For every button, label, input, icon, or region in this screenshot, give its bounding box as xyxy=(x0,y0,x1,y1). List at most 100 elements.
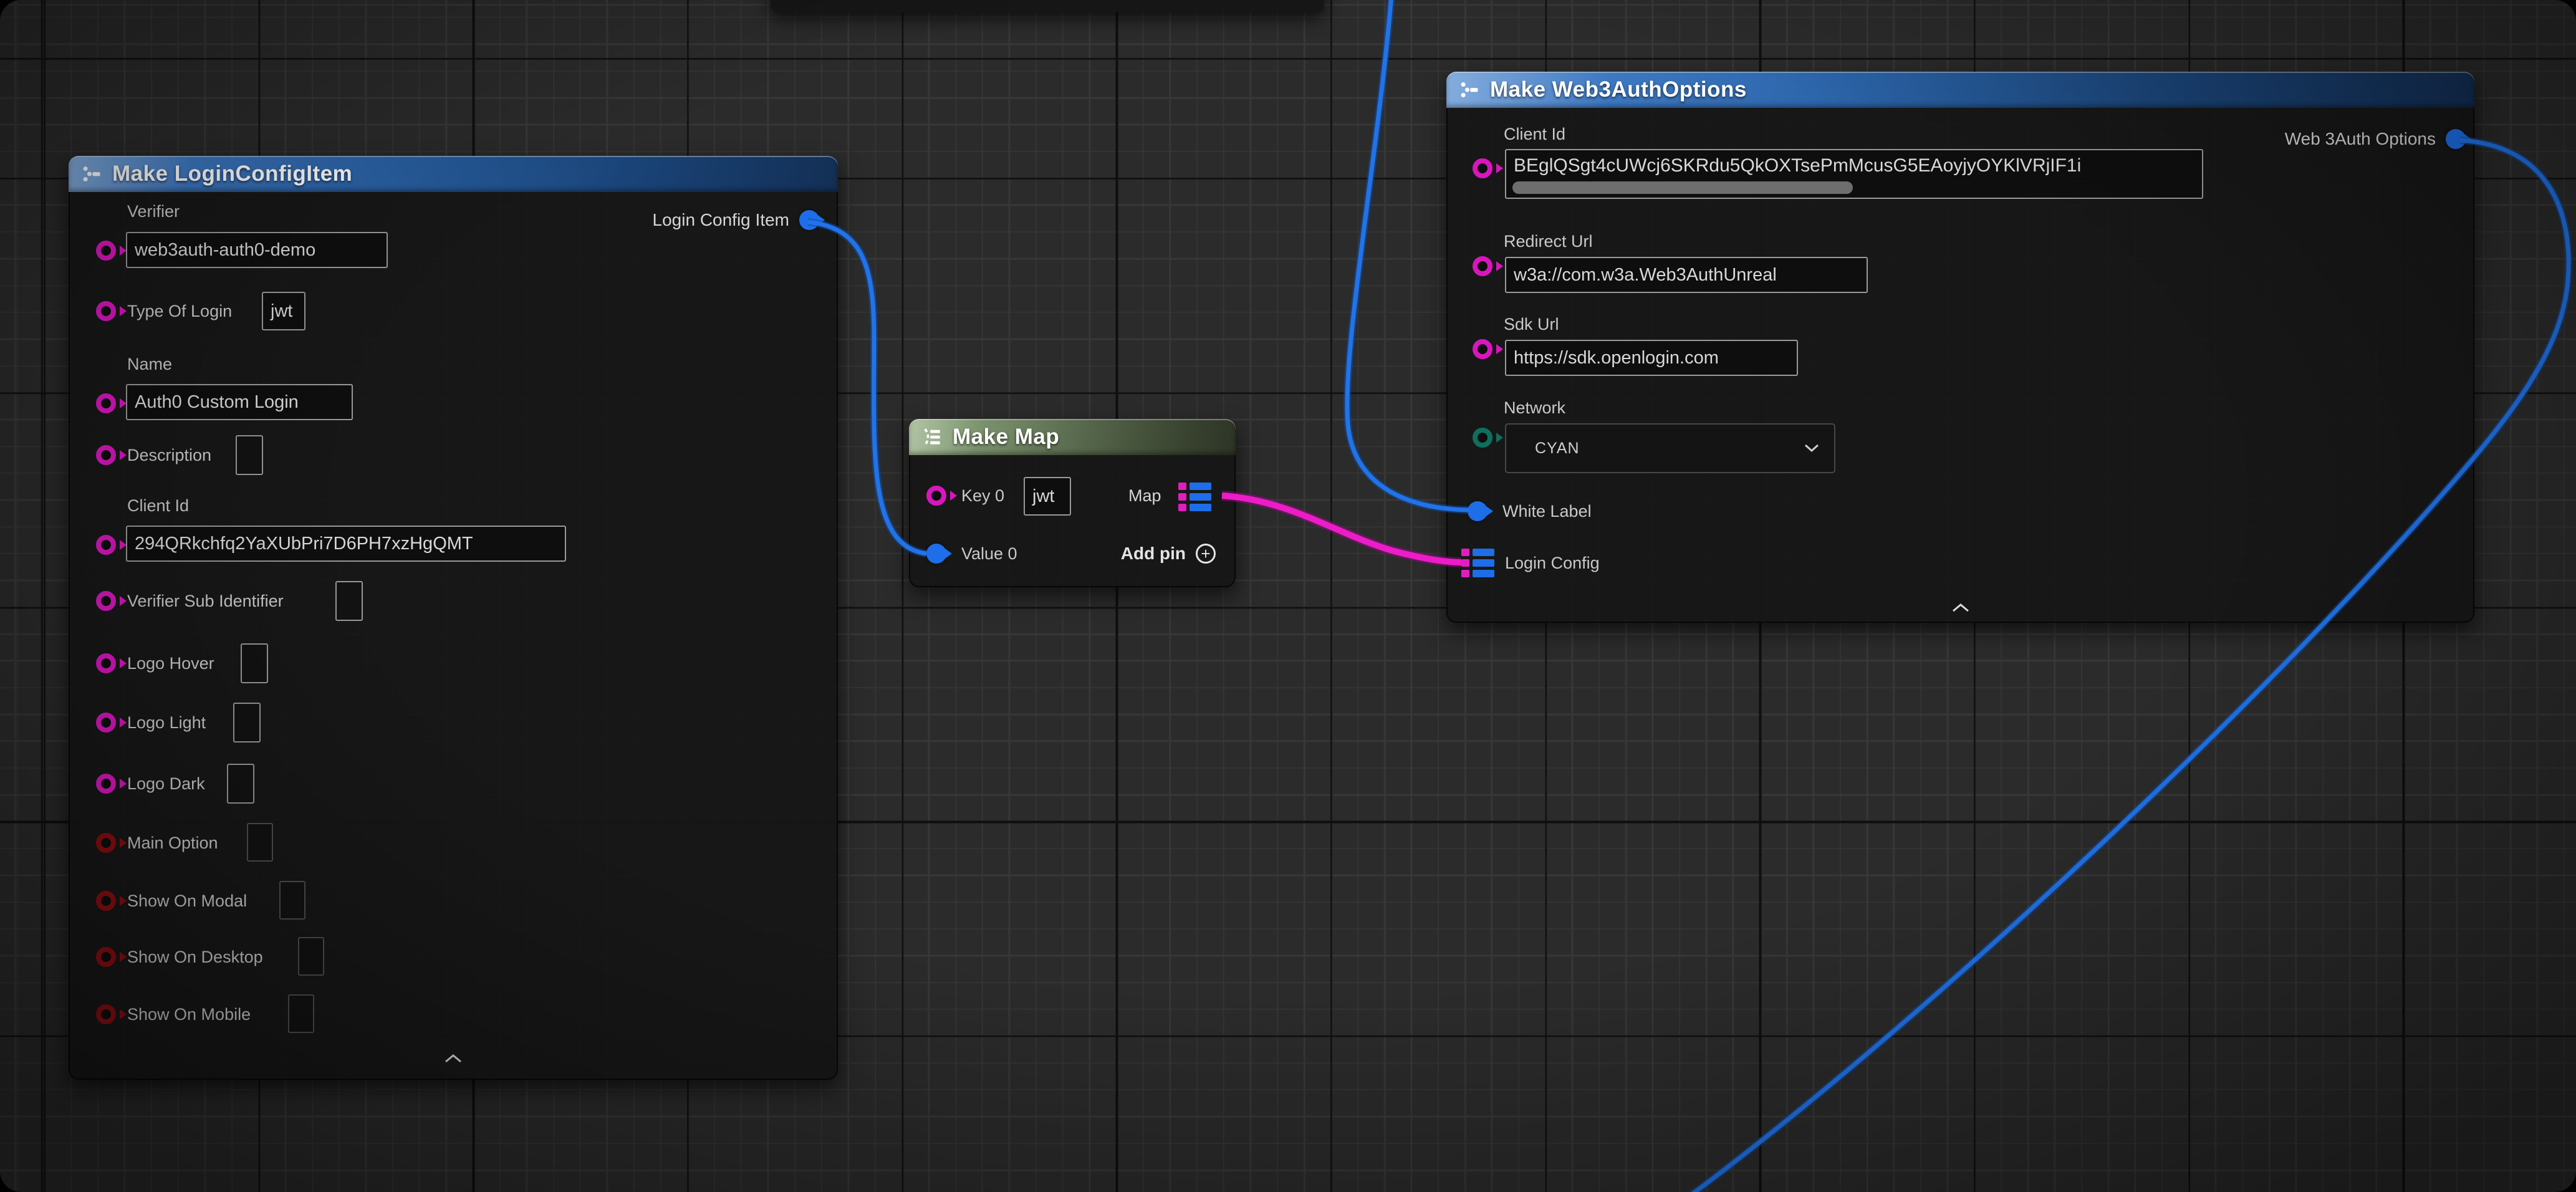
wire-map-to-login-config-glow xyxy=(1222,496,1461,562)
show-on-desktop-checkbox[interactable] xyxy=(298,937,324,976)
add-pin-plus-icon: + xyxy=(1196,544,1216,564)
logo-dark-pin[interactable] xyxy=(96,774,116,794)
client-id-scrollbar[interactable] xyxy=(1512,181,1853,194)
output-pin-label: Web 3Auth Options xyxy=(2285,129,2436,149)
main-option-checkbox[interactable] xyxy=(247,823,273,862)
output-login-config-item: Login Config Item xyxy=(653,210,819,230)
verifier-sub-identifier-input[interactable] xyxy=(335,581,363,621)
logo-light-input[interactable] xyxy=(233,703,261,743)
sdk-url-input[interactable]: https://sdk.openlogin.com xyxy=(1505,340,1798,376)
field-label: Name xyxy=(127,355,172,374)
type-of-login-pin[interactable] xyxy=(96,301,116,321)
field-label: Show On Desktop xyxy=(127,947,263,967)
make-struct-icon xyxy=(81,163,102,185)
add-pin-button[interactable]: Add pin + xyxy=(1121,544,1216,564)
node-make-map[interactable]: Make Map Key 0 jwt Map Value 0 Add pin + xyxy=(909,419,1236,587)
chevron-up-icon xyxy=(1951,603,1970,613)
chevron-up-icon xyxy=(444,1054,463,1064)
type-of-login-input[interactable]: jwt xyxy=(262,292,305,330)
white-label-pin[interactable] xyxy=(1468,501,1487,521)
logo-light-pin[interactable] xyxy=(96,713,116,733)
blueprint-graph-canvas[interactable]: Make LoginConfigItem Login Config Item V… xyxy=(0,0,2576,1192)
description-input[interactable] xyxy=(236,435,263,475)
collapse-node-button[interactable] xyxy=(444,1054,463,1067)
field-label: Description xyxy=(127,445,211,465)
node-header-make-loginconfigitem[interactable]: Make LoginConfigItem xyxy=(69,156,838,192)
field-label: Key 0 xyxy=(961,486,1004,506)
field-label: Login Config xyxy=(1505,553,1600,573)
type-of-login-value: jwt xyxy=(271,301,292,322)
show-on-desktop-pin[interactable] xyxy=(96,947,116,967)
field-label: Logo Hover xyxy=(127,653,214,673)
show-on-mobile-checkbox[interactable] xyxy=(288,994,314,1033)
node-title: Make Web3AuthOptions xyxy=(1490,77,1747,102)
show-on-mobile-pin[interactable] xyxy=(96,1004,116,1024)
output-web3auth-options: Web 3Auth Options xyxy=(2285,129,2466,149)
blueprint-editor: Make LoginConfigItem Login Config Item V… xyxy=(0,0,2576,1192)
logo-dark-input[interactable] xyxy=(227,764,254,804)
field-label: Verifier Sub Identifier xyxy=(127,591,284,611)
make-struct-icon xyxy=(1459,79,1480,100)
client-id-pin[interactable] xyxy=(96,535,116,555)
redirect-url-pin[interactable] xyxy=(1473,256,1492,276)
field-label: Verifier xyxy=(127,202,180,221)
field-label: White Label xyxy=(1502,501,1592,521)
show-on-modal-checkbox[interactable] xyxy=(279,881,305,920)
node-header-make-map[interactable]: Make Map xyxy=(909,419,1236,455)
logo-hover-input[interactable] xyxy=(241,643,268,683)
field-label: Type Of Login xyxy=(127,301,232,321)
client-id-value: BEglQSgt4cUWcj6SKRdu5QkOXTsePmMcusG5EAoy… xyxy=(1514,155,2081,176)
login-config-item-output-pin[interactable] xyxy=(799,210,819,230)
value0-pin[interactable] xyxy=(926,544,946,564)
node-title: Make LoginConfigItem xyxy=(112,161,352,186)
login-config-pin[interactable] xyxy=(1461,549,1494,577)
node-title: Make Map xyxy=(953,425,1059,449)
client-id-value: 294QRkchfq2YaXUbPri7D6PH7xzHgQMT xyxy=(135,534,473,554)
client-id-input[interactable]: 294QRkchfq2YaXUbPri7D6PH7xzHgQMT xyxy=(126,526,566,562)
sdk-url-value: https://sdk.openlogin.com xyxy=(1514,348,1719,368)
field-label: Value 0 xyxy=(961,544,1017,564)
name-pin[interactable] xyxy=(96,393,116,413)
field-label: Redirect Url xyxy=(1504,232,1593,251)
description-pin[interactable] xyxy=(96,445,116,465)
key0-pin[interactable] xyxy=(926,486,946,506)
network-value: CYAN xyxy=(1535,440,1580,458)
node-header-make-web3authoptions[interactable]: Make Web3AuthOptions xyxy=(1446,72,2474,108)
offscreen-node-fragment[interactable] xyxy=(771,0,1324,12)
key0-input[interactable]: jwt xyxy=(1024,477,1071,516)
map-output-pin[interactable] xyxy=(1178,483,1211,511)
add-pin-label: Add pin xyxy=(1121,544,1186,564)
field-label: Logo Light xyxy=(127,713,206,733)
key0-value: jwt xyxy=(1032,486,1054,507)
make-array-icon xyxy=(921,426,943,448)
network-dropdown[interactable]: CYAN xyxy=(1505,423,1835,473)
main-option-pin[interactable] xyxy=(96,833,116,853)
field-label: Sdk Url xyxy=(1504,315,1559,334)
name-input[interactable]: Auth0 Custom Login xyxy=(126,384,353,420)
wire-map-to-login-config[interactable] xyxy=(1222,496,1461,562)
verifier-input[interactable]: web3auth-auth0-demo xyxy=(126,232,388,268)
web3auth-options-output-pin[interactable] xyxy=(2446,129,2466,149)
verifier-sub-identifier-pin[interactable] xyxy=(96,591,116,611)
field-label: Client Id xyxy=(127,496,189,516)
node-make-loginconfigitem[interactable]: Make LoginConfigItem Login Config Item V… xyxy=(69,156,838,1080)
verifier-value: web3auth-auth0-demo xyxy=(135,240,315,261)
show-on-modal-pin[interactable] xyxy=(96,891,116,911)
redirect-url-input[interactable]: w3a://com.w3a.Web3AuthUnreal xyxy=(1505,257,1868,293)
network-pin[interactable] xyxy=(1473,428,1492,448)
collapse-node-button[interactable] xyxy=(1951,603,1970,616)
field-label: Show On Mobile xyxy=(127,1004,251,1024)
verifier-pin[interactable] xyxy=(96,241,116,261)
client-id-pin[interactable] xyxy=(1473,158,1492,178)
name-value: Auth0 Custom Login xyxy=(135,392,299,413)
field-label: Show On Modal xyxy=(127,891,247,911)
logo-hover-pin[interactable] xyxy=(96,653,116,673)
sdk-url-pin[interactable] xyxy=(1473,339,1492,359)
field-label: Client Id xyxy=(1504,125,1565,144)
output-pin-label: Login Config Item xyxy=(653,210,789,230)
chevron-down-icon xyxy=(1804,444,1819,453)
field-label: Network xyxy=(1504,398,1565,418)
field-label: Main Option xyxy=(127,833,218,853)
output-pin-label: Map xyxy=(1128,486,1161,506)
node-make-web3authoptions[interactable]: Make Web3AuthOptions Web 3Auth Options C… xyxy=(1446,72,2474,623)
